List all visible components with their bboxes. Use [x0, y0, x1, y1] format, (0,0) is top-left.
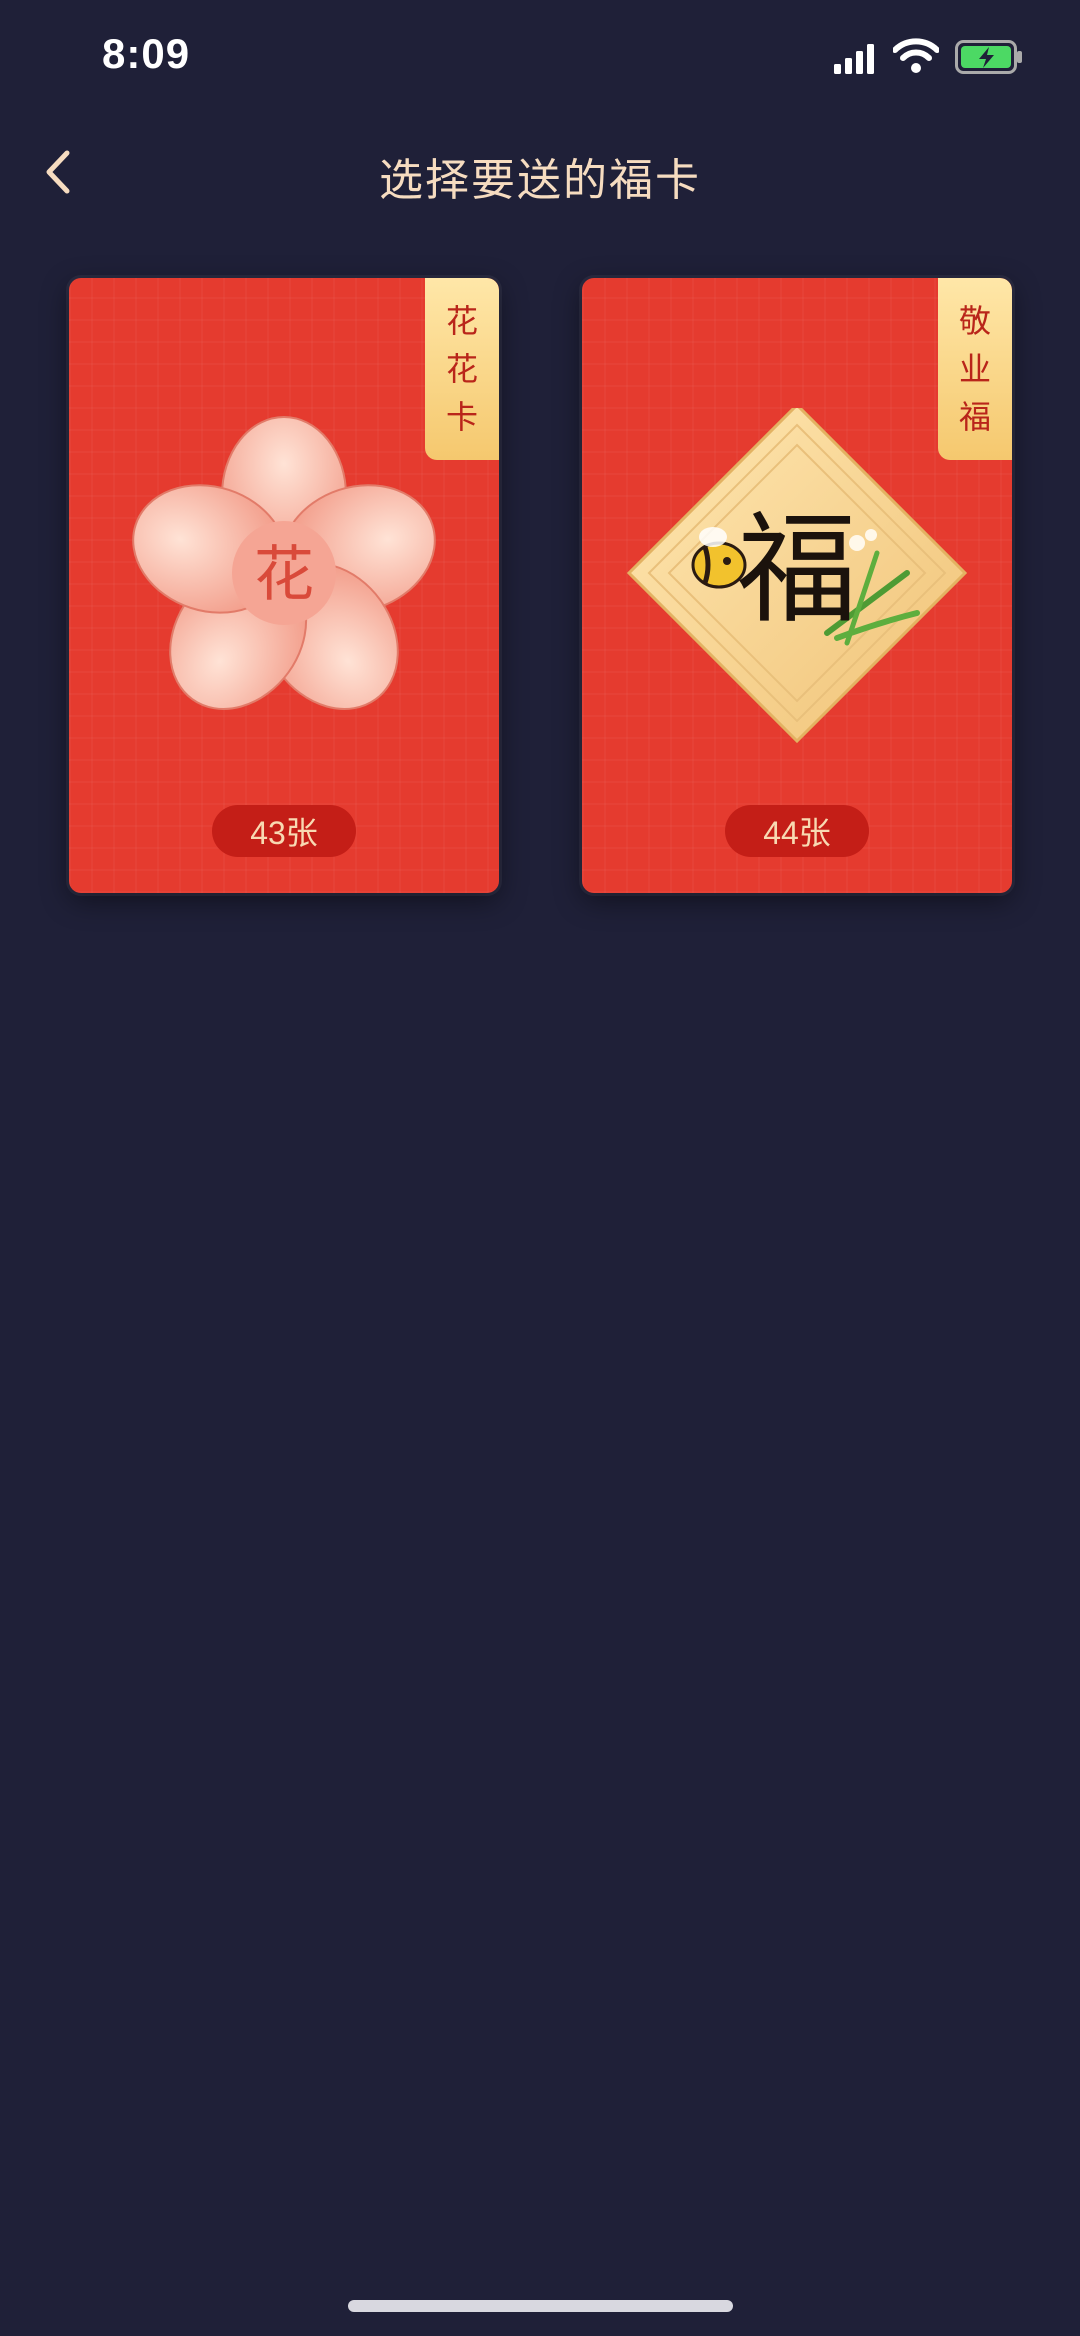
tag-char: 花 [445, 350, 478, 388]
card-count: 44张 [725, 805, 869, 857]
tag-char: 业 [958, 350, 991, 388]
home-indicator[interactable] [348, 2300, 733, 2312]
plum-blossom-icon: 花 [132, 416, 436, 710]
tag-char: 花 [445, 302, 478, 340]
status-time: 8:09 [102, 30, 191, 77]
signal-icon [834, 44, 874, 74]
nav-header: 选择要送的福卡 [0, 130, 1080, 220]
wifi-icon [893, 38, 939, 73]
card-jingyefu[interactable]: 敬 业 福 福 44张 [582, 278, 1012, 893]
card-count: 43张 [212, 805, 356, 857]
battery-charging-icon [955, 40, 1022, 74]
status-bar: 8:09 [0, 0, 1080, 120]
page-title: 选择要送的福卡 [379, 155, 701, 206]
card-huahua[interactable]: 花 花 卡 花 43张 [69, 278, 499, 893]
tag-char: 敬 [958, 302, 991, 340]
fu-diamond-icon: 福 [626, 408, 968, 744]
art-char: 福 [737, 501, 857, 640]
art-char: 花 [254, 540, 314, 610]
